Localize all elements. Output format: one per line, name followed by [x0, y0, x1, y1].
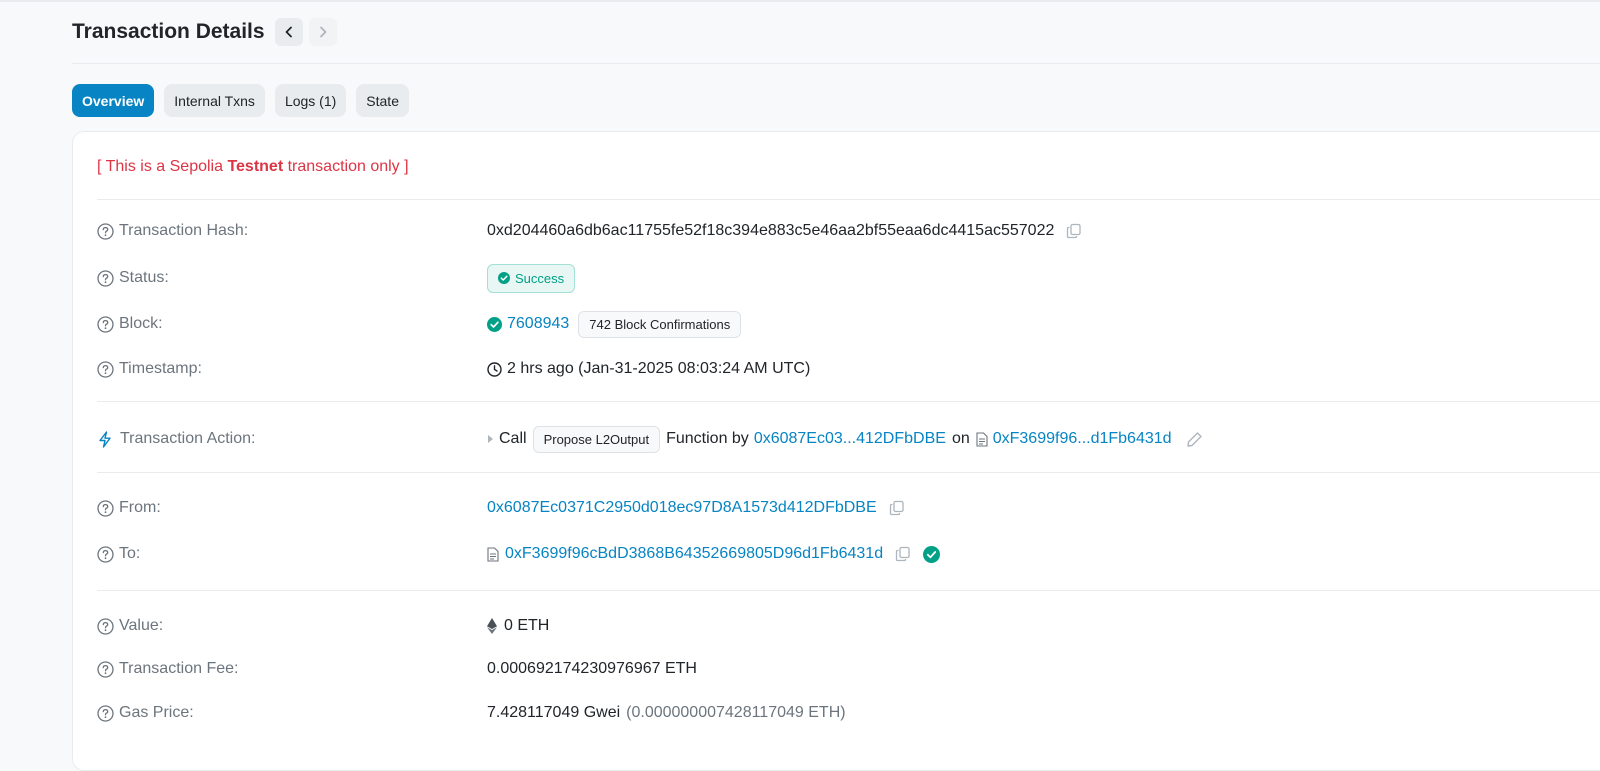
divider [97, 199, 1600, 200]
to-address-link[interactable]: 0xF3699f96cBdD3868B64352669805D96d1Fb643… [505, 545, 883, 563]
previous-transaction-button[interactable] [274, 17, 303, 46]
ethereum-icon [487, 618, 497, 634]
copy-icon[interactable] [889, 500, 905, 516]
block-label: Block: [119, 315, 163, 332]
clock-icon [487, 361, 502, 377]
caret-right-icon[interactable] [487, 434, 495, 444]
question-circle-icon[interactable] [97, 704, 114, 722]
page-header: Transaction Details [72, 16, 1600, 64]
gas-price-eth: (0.000000007428117049 ETH) [626, 704, 846, 721]
transaction-hash-value: 0xd204460a6db6ac11755fe52f18c394e883c5e4… [487, 222, 1055, 239]
row-value: Value: 0 ETH [97, 613, 1600, 639]
transaction-overview-card: [ This is a Sepolia Testnet transaction … [72, 131, 1600, 771]
function-by-text: Function by [666, 430, 749, 447]
question-circle-icon[interactable] [97, 222, 114, 240]
block-number-link[interactable]: 7608943 [507, 315, 569, 333]
copy-icon[interactable] [895, 546, 911, 562]
tab-state[interactable]: State [356, 84, 409, 117]
transaction-action-label: Transaction Action: [120, 430, 256, 447]
tab-bar: Overview Internal Txns Logs (1) State [72, 84, 409, 117]
value-amount: 0 ETH [504, 617, 550, 634]
tab-internal-txns[interactable]: Internal Txns [164, 84, 265, 117]
question-circle-icon[interactable] [97, 499, 114, 517]
check-circle-icon [487, 316, 502, 332]
to-label: To: [119, 545, 141, 562]
timestamp-label: Timestamp: [119, 360, 202, 377]
gas-price-gwei: 7.428117049 Gwei [487, 704, 621, 721]
verified-check-icon [923, 545, 941, 563]
method-badge: Propose L2Output [532, 425, 661, 453]
timestamp-value: 2 hrs ago (Jan-31-2025 08:03:24 AM UTC) [507, 360, 811, 377]
transaction-fee-value: 0.000692174230976967 ETH [487, 660, 697, 677]
transaction-hash-label: Transaction Hash: [119, 222, 249, 239]
row-transaction-fee: Transaction Fee: 0.000692174230976967 ET… [97, 656, 1600, 682]
pencil-icon[interactable] [1186, 431, 1203, 448]
question-circle-icon[interactable] [97, 617, 114, 635]
question-circle-icon[interactable] [97, 660, 114, 678]
status-label: Status: [119, 269, 169, 286]
next-transaction-button[interactable] [308, 17, 337, 46]
divider [97, 401, 1600, 402]
testnet-notice: [ This is a Sepolia Testnet transaction … [97, 158, 409, 175]
row-gas-price: Gas Price: 7.428117049 Gwei (0.000000007… [97, 700, 1600, 726]
action-contract-link[interactable]: 0xF3699f96...d1Fb6431d [993, 430, 1172, 448]
tab-logs[interactable]: Logs (1) [274, 84, 347, 117]
action-from-address-link[interactable]: 0x6087Ec03...412DFbDBE [754, 430, 946, 448]
row-to: To: 0xF3699f96cBdD3868B64352669805D96d1F… [97, 541, 1600, 567]
from-label: From: [119, 499, 161, 516]
file-contract-icon [976, 431, 988, 447]
question-circle-icon[interactable] [97, 360, 114, 378]
transaction-fee-label: Transaction Fee: [119, 660, 239, 677]
top-border [0, 0, 1600, 2]
row-timestamp: Timestamp: 2 hrs ago (Jan-31-2025 08:03:… [97, 356, 1600, 382]
divider [97, 590, 1600, 591]
chevron-left-icon [285, 26, 292, 37]
question-circle-icon[interactable] [97, 545, 114, 563]
row-block: Block: 7608943 742 Block Confirmations [97, 309, 1600, 339]
block-confirmations-badge: 742 Block Confirmations [578, 310, 742, 338]
check-circle-icon [498, 272, 510, 284]
on-text: on [951, 430, 970, 447]
chevron-right-icon [319, 26, 326, 37]
lightning-icon [99, 430, 111, 448]
row-status: Status: Success [97, 263, 1600, 293]
question-circle-icon[interactable] [97, 269, 114, 287]
file-contract-icon [487, 546, 499, 562]
row-transaction-hash: Transaction Hash: 0xd204460a6db6ac11755f… [97, 218, 1600, 244]
tab-overview[interactable]: Overview [72, 84, 155, 117]
gas-price-label: Gas Price: [119, 704, 194, 721]
row-from: From: 0x6087Ec0371C2950d018ec97D8A1573d4… [97, 495, 1600, 521]
from-address-link[interactable]: 0x6087Ec0371C2950d018ec97D8A1573d412DFbD… [487, 499, 877, 517]
page-title: Transaction Details [72, 19, 265, 43]
copy-icon[interactable] [1066, 223, 1082, 239]
value-label: Value: [119, 617, 164, 634]
divider [97, 472, 1600, 473]
action-call-text: Call [499, 430, 527, 447]
question-circle-icon[interactable] [97, 315, 114, 333]
status-badge: Success [487, 263, 576, 293]
row-transaction-action: Transaction Action: Call Propose L2Outpu… [97, 424, 1600, 454]
